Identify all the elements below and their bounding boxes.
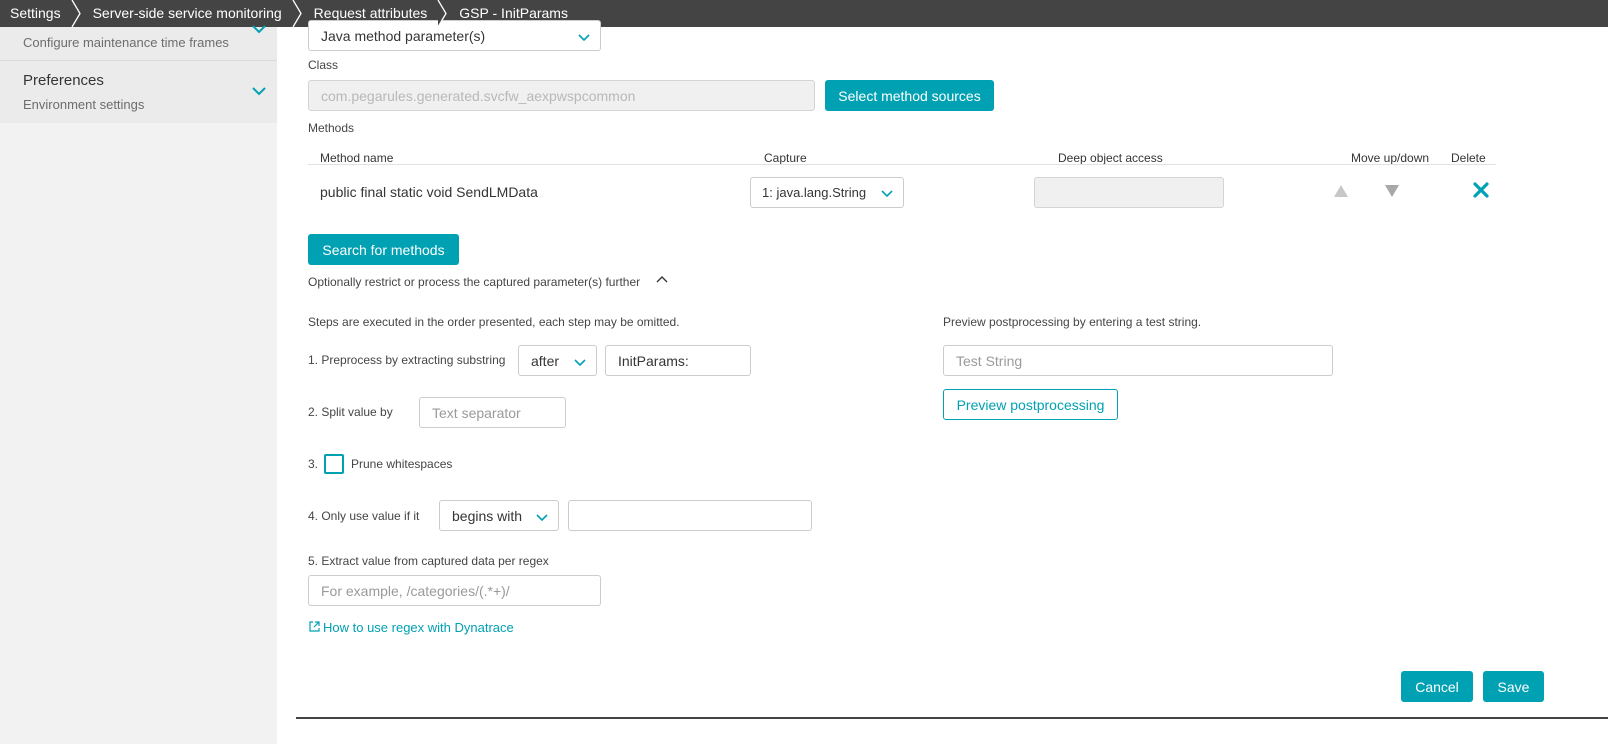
- preview-postprocessing-button[interactable]: Preview postprocessing: [943, 389, 1118, 420]
- step4-value-input[interactable]: [568, 500, 812, 531]
- external-link-icon: [309, 620, 320, 635]
- class-input[interactable]: com.pegarules.generated.svcfw_aexpwspcom…: [308, 80, 815, 111]
- step1-mode-select[interactable]: after: [518, 345, 597, 376]
- method-name-cell: public final static void SendLMData: [320, 184, 538, 200]
- regex-help-link-label: How to use regex with Dynatrace: [323, 620, 514, 635]
- breadcrumb-item-settings[interactable]: Settings: [0, 0, 81, 27]
- chevron-down-icon: [578, 30, 590, 42]
- move-down-icon[interactable]: [1384, 183, 1400, 199]
- capture-select[interactable]: 1: java.lang.String: [750, 177, 904, 208]
- postprocessing-toggle[interactable]: Optionally restrict or process the captu…: [308, 274, 668, 289]
- chevron-down-icon: [251, 21, 267, 37]
- table-header-divider: [308, 164, 1496, 165]
- breadcrumb-separator-icon: [437, 0, 451, 27]
- methods-label: Methods: [308, 121, 355, 135]
- sidebar-item-subtitle: Configure maintenance time frames: [23, 35, 229, 50]
- bottom-divider: [296, 717, 1608, 719]
- breadcrumb-separator-icon: [292, 0, 306, 27]
- source-select[interactable]: Java method parameter(s): [308, 20, 601, 51]
- search-for-methods-button[interactable]: Search for methods: [308, 234, 459, 265]
- column-header-delete: Delete: [1451, 151, 1486, 165]
- step4-condition-select[interactable]: begins with: [439, 500, 559, 531]
- sidebar: Configure maintenance time frames Prefer…: [0, 25, 277, 744]
- step1-value-input[interactable]: InitParams:: [605, 345, 751, 376]
- cancel-button[interactable]: Cancel: [1401, 671, 1473, 702]
- breadcrumb-label: Request attributes: [313, 5, 428, 21]
- chevron-down-icon: [251, 83, 267, 99]
- breadcrumb-label: Server-side service monitoring: [92, 5, 282, 21]
- chevron-up-icon: [656, 274, 668, 289]
- prune-whitespaces-checkbox[interactable]: [324, 454, 344, 474]
- table-row: public final static void SendLMData 1: j…: [308, 167, 1496, 219]
- breadcrumb-label: GSP - InitParams: [459, 5, 568, 21]
- postprocessing-toggle-label: Optionally restrict or process the captu…: [308, 274, 641, 289]
- capture-select-value: 1: java.lang.String: [762, 185, 867, 200]
- text-separator-input[interactable]: Text separator: [419, 397, 566, 428]
- sidebar-item-title: Preferences: [23, 72, 104, 89]
- step4-condition-value: begins with: [452, 507, 523, 524]
- source-select-value: Java method parameter(s): [321, 27, 486, 44]
- save-button[interactable]: Save: [1483, 671, 1544, 702]
- deep-object-access-input[interactable]: [1034, 177, 1224, 208]
- breadcrumb-label: Settings: [10, 5, 61, 21]
- main-content: Java method parameter(s) Class com.pegar…: [277, 20, 1608, 744]
- sidebar-item-preferences[interactable]: Preferences Environment settings: [0, 61, 277, 123]
- chevron-down-icon: [574, 355, 586, 367]
- step3-label: 3.: [308, 457, 319, 471]
- preview-label: Preview postprocessing by entering a tes…: [943, 315, 1202, 329]
- steps-intro: Steps are executed in the order presente…: [308, 315, 680, 329]
- class-label: Class: [308, 58, 339, 72]
- column-header-method-name: Method name: [320, 151, 394, 165]
- breadcrumb-separator-icon: [71, 0, 85, 27]
- step5-label: 5. Extract value from captured data per …: [308, 554, 549, 568]
- step1-label: 1. Preprocess by extracting substring: [308, 353, 506, 367]
- step2-label: 2. Split value by: [308, 405, 393, 419]
- sidebar-item-maintenance-windows[interactable]: Configure maintenance time frames: [0, 25, 277, 61]
- step4-label: 4. Only use value if it: [308, 509, 420, 523]
- chevron-down-icon: [536, 510, 548, 522]
- column-header-move: Move up/down: [1351, 151, 1430, 165]
- regex-help-link[interactable]: How to use regex with Dynatrace: [309, 620, 514, 635]
- move-up-icon[interactable]: [1333, 183, 1349, 199]
- test-string-input[interactable]: Test String: [943, 345, 1333, 376]
- prune-whitespaces-label: Prune whitespaces: [351, 457, 453, 471]
- column-header-deep-object-access: Deep object access: [1058, 151, 1163, 165]
- regex-input[interactable]: For example, /categories/(.*+)/: [308, 575, 601, 606]
- step1-mode-value: after: [531, 352, 560, 369]
- breadcrumb: Settings Server-side service monitoring …: [0, 0, 1608, 27]
- sidebar-item-subtitle: Environment settings: [23, 97, 145, 112]
- column-header-capture: Capture: [764, 151, 807, 165]
- delete-icon[interactable]: [1472, 181, 1490, 199]
- chevron-down-icon: [881, 187, 893, 199]
- select-method-sources-button[interactable]: Select method sources: [825, 80, 994, 111]
